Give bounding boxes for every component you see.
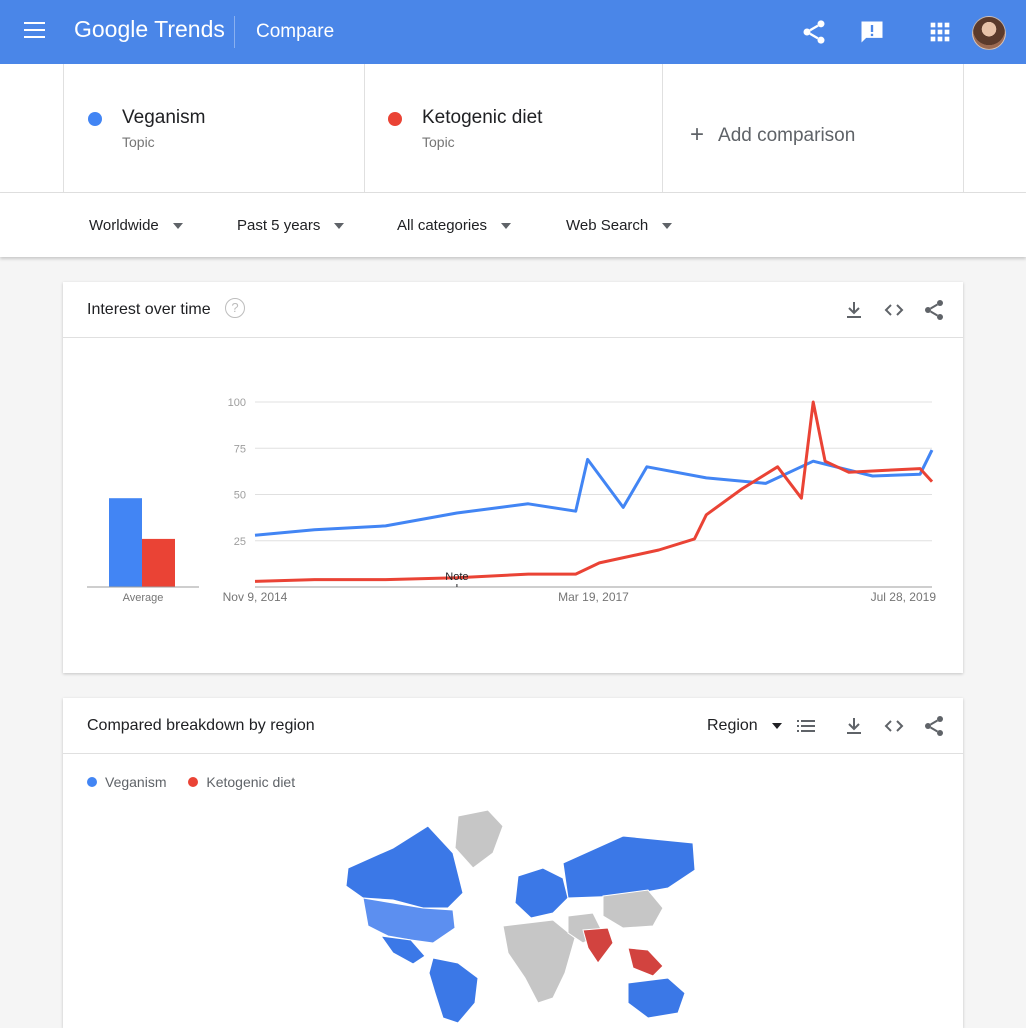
share-icon[interactable] — [922, 714, 946, 738]
region-australia — [627, 977, 686, 1019]
dropdown-arrow-icon — [501, 223, 512, 230]
share-icon[interactable] — [800, 18, 828, 46]
average-bar — [109, 498, 142, 587]
plus-icon: + — [690, 121, 705, 148]
y-tick-label: 75 — [234, 443, 246, 455]
interest-chart[interactable]: 100 75 50 25 Nov 9, 2014 Mar 19, 2017 Jul 28, … — [63, 337, 963, 673]
dropdown-arrow-icon — [662, 223, 673, 230]
search-type-filter[interactable]: Web Search — [566, 217, 673, 234]
filter-bar: Worldwide Past 5 years All categories We… — [0, 193, 1026, 257]
region-china — [602, 889, 664, 929]
region-india — [582, 927, 614, 964]
comparison-bar: Veganism Topic Ketogenic diet Topic + Add… — [0, 64, 1026, 193]
embed-code-icon[interactable] — [882, 714, 906, 738]
series-color-dot — [388, 112, 402, 126]
download-icon[interactable] — [842, 714, 866, 738]
category-filter[interactable]: All categories — [397, 217, 512, 234]
region-africa — [502, 919, 576, 1004]
map-legend: Veganism Ketogenic diet — [87, 774, 313, 790]
add-comparison-button[interactable]: + Add comparison — [690, 120, 855, 148]
series-line-ketogenic-diet — [254, 400, 934, 583]
x-tick-label: Jul 28, 2019 — [871, 590, 937, 604]
term-ketogenic-diet[interactable]: Ketogenic diet Topic — [364, 64, 663, 192]
hamburger-menu-icon[interactable] — [24, 22, 45, 40]
interest-over-time-card: Interest over time ? 100 75 50 25 Nov 9, 201… — [63, 282, 963, 673]
help-icon[interactable]: ? — [225, 298, 245, 318]
y-tick-label: 50 — [234, 490, 246, 502]
term-type: Topic — [422, 134, 455, 150]
legend-item-veganism: Veganism — [87, 774, 166, 790]
region-resolution-select[interactable]: Region — [707, 717, 782, 735]
term-veganism[interactable]: Veganism Topic — [63, 64, 365, 192]
time-filter[interactable]: Past 5 years — [237, 217, 345, 234]
region-greenland — [454, 809, 504, 869]
embed-code-icon[interactable] — [882, 298, 906, 322]
note-label: Note — [445, 571, 468, 583]
region-southeast-asia — [627, 947, 664, 977]
term-type: Topic — [122, 134, 155, 150]
geo-filter[interactable]: Worldwide — [89, 217, 183, 234]
card-title: Interest over time — [87, 301, 211, 318]
dropdown-arrow-icon — [771, 722, 782, 729]
region-russia — [562, 835, 696, 899]
world-map[interactable] — [63, 808, 963, 1028]
x-tick-label: Mar 19, 2017 — [558, 590, 629, 604]
app-bar: Google Trends Compare — [0, 0, 1026, 64]
x-tick-label: Nov 9, 2014 — [223, 590, 288, 604]
dropdown-arrow-icon — [334, 223, 345, 230]
apps-grid-icon[interactable] — [926, 18, 954, 46]
region-europe — [514, 867, 569, 919]
share-icon[interactable] — [922, 298, 946, 322]
google-trends-logo[interactable]: Google Trends — [74, 16, 225, 43]
page-title: Compare — [256, 21, 335, 42]
dropdown-arrow-icon — [172, 223, 183, 230]
region-breakdown-card: Compared breakdown by region Region Vega… — [63, 698, 963, 1028]
feedback-icon[interactable] — [858, 18, 886, 46]
y-tick-label: 25 — [234, 536, 246, 548]
average-label: Average — [123, 592, 164, 604]
average-bar — [142, 538, 175, 587]
download-icon[interactable] — [842, 298, 866, 322]
card-title: Compared breakdown by region — [87, 717, 315, 734]
series-color-dot — [88, 112, 102, 126]
region-south-america — [428, 957, 479, 1024]
header-divider — [234, 16, 235, 48]
region-canada — [345, 825, 464, 909]
term-name: Ketogenic diet — [422, 107, 543, 128]
y-tick-label: 100 — [228, 397, 246, 409]
map-shapes — [345, 809, 696, 1024]
list-view-icon[interactable] — [794, 714, 818, 738]
term-name: Veganism — [122, 107, 206, 128]
avatar[interactable] — [972, 16, 1006, 50]
legend-item-ketogenic-diet: Ketogenic diet — [188, 774, 295, 790]
